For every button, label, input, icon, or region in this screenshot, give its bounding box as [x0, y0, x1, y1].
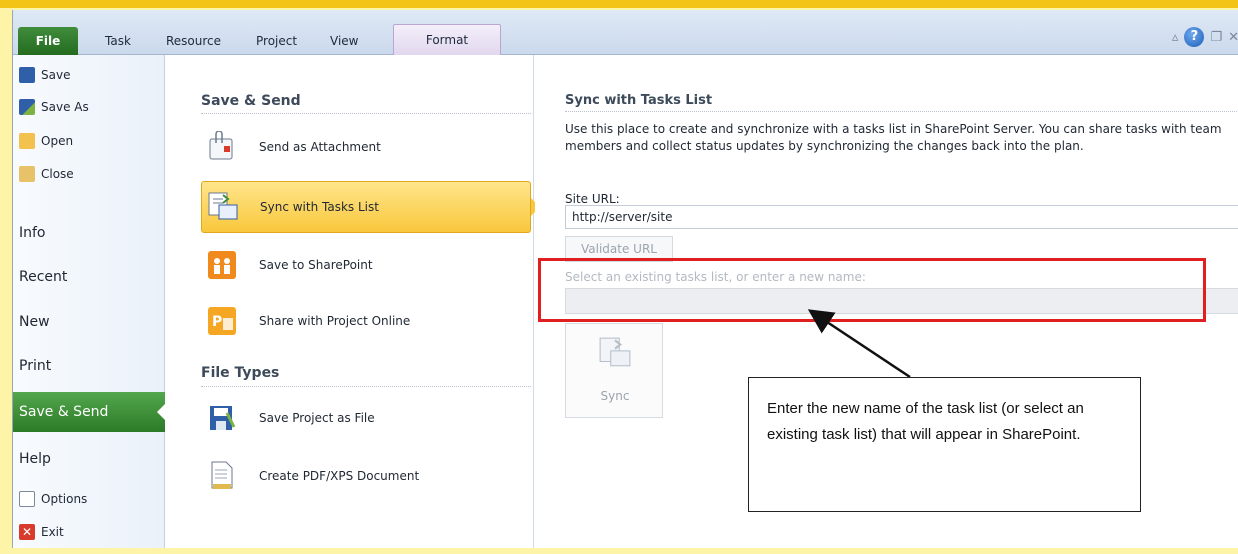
option-save-to-sharepoint[interactable]: Save to SharePoint	[201, 239, 531, 291]
nav-print[interactable]: Print	[19, 346, 165, 386]
highlight-box	[538, 258, 1206, 322]
ribbon-tab-bar: File Task Resource Project View Format ▵…	[13, 10, 1238, 55]
nav-help[interactable]: Help	[19, 439, 165, 479]
tab-task[interactable]: Task	[105, 27, 131, 55]
attachment-icon	[205, 130, 239, 164]
window-controls: ▵ ? ❐ ✕	[1172, 26, 1238, 48]
backstage-nav: Save Save As Open Close Info Recent New …	[13, 55, 166, 548]
option-label: Save to SharePoint	[259, 258, 373, 272]
option-save-project-as-file[interactable]: Save Project as File	[201, 392, 531, 444]
close-icon[interactable]: ✕	[1228, 30, 1238, 45]
sync-label: Sync	[600, 389, 630, 403]
nav-exit[interactable]: ✕ Exit	[19, 520, 64, 544]
exit-icon: ✕	[19, 524, 35, 540]
site-url-input[interactable]: http://server/site	[565, 205, 1238, 229]
bottom-strip	[0, 548, 1238, 554]
nav-options-label: Options	[41, 492, 88, 506]
nav-info[interactable]: Info	[19, 213, 165, 253]
option-sync-with-tasks-list[interactable]: Sync with Tasks List	[201, 181, 540, 233]
option-label: Send as Attachment	[259, 140, 381, 154]
section-heading-file-types: File Types	[201, 365, 280, 381]
nav-open[interactable]: Open	[19, 129, 73, 153]
nav-save-as-label: Save As	[41, 100, 89, 114]
option-label: Create PDF/XPS Document	[259, 469, 420, 483]
nav-save-as[interactable]: Save As	[19, 95, 89, 119]
save-as-icon	[19, 99, 35, 115]
section-divider	[201, 386, 531, 387]
pdf-document-icon	[205, 459, 239, 493]
nav-open-label: Open	[41, 134, 74, 148]
sync-button[interactable]: Sync	[565, 323, 663, 418]
nav-close[interactable]: Close	[19, 162, 74, 186]
tab-resource[interactable]: Resource	[166, 27, 221, 55]
close-folder-icon	[19, 166, 35, 182]
minimize-ribbon-icon[interactable]: ▵	[1172, 30, 1179, 45]
callout-note: Enter the new name of the task list (or …	[748, 377, 1141, 512]
nav-exit-label: Exit	[41, 525, 64, 539]
nav-save[interactable]: Save	[19, 63, 70, 87]
nav-options[interactable]: Options	[19, 487, 87, 511]
help-icon[interactable]: ?	[1184, 27, 1205, 47]
nav-save-label: Save	[41, 68, 71, 82]
restore-icon[interactable]: ❐	[1210, 30, 1222, 45]
panel-divider	[565, 111, 1238, 112]
option-label: Sync with Tasks List	[260, 200, 379, 214]
panel-description: Use this place to create and synchronize…	[565, 122, 1222, 153]
sharepoint-icon	[205, 248, 239, 282]
option-create-pdf-xps[interactable]: Create PDF/XPS Document	[201, 450, 531, 502]
tab-file[interactable]: File	[18, 27, 78, 55]
nav-close-label: Close	[41, 167, 74, 181]
section-heading-save-send: Save & Send	[201, 93, 301, 109]
nav-recent[interactable]: Recent	[19, 257, 165, 297]
open-folder-icon	[19, 133, 35, 149]
panel-title: Sync with Tasks List	[565, 93, 713, 108]
site-url-label: Site URL:	[565, 192, 620, 206]
save-icon	[19, 67, 35, 83]
save-send-options: Save & Send Send as Attachment Sync with…	[166, 55, 540, 548]
option-send-as-attachment[interactable]: Send as Attachment	[201, 121, 531, 173]
project-online-icon: P	[205, 304, 239, 338]
options-icon	[19, 491, 35, 507]
section-divider	[201, 113, 531, 114]
svg-text:P: P	[212, 314, 222, 330]
option-label: Share with Project Online	[259, 314, 411, 328]
option-share-with-project-online[interactable]: P Share with Project Online	[201, 295, 531, 347]
tab-format[interactable]: Format	[393, 24, 501, 55]
tasks-list-icon	[206, 190, 240, 224]
tab-view[interactable]: View	[330, 27, 358, 55]
sync-icon	[599, 337, 631, 367]
option-label: Save Project as File	[259, 411, 375, 425]
nav-new[interactable]: New	[19, 302, 165, 342]
top-accent-strip	[0, 0, 1238, 8]
save-project-icon	[205, 401, 239, 435]
nav-save-send[interactable]: Save & Send	[13, 392, 166, 432]
tab-project[interactable]: Project	[256, 27, 297, 55]
